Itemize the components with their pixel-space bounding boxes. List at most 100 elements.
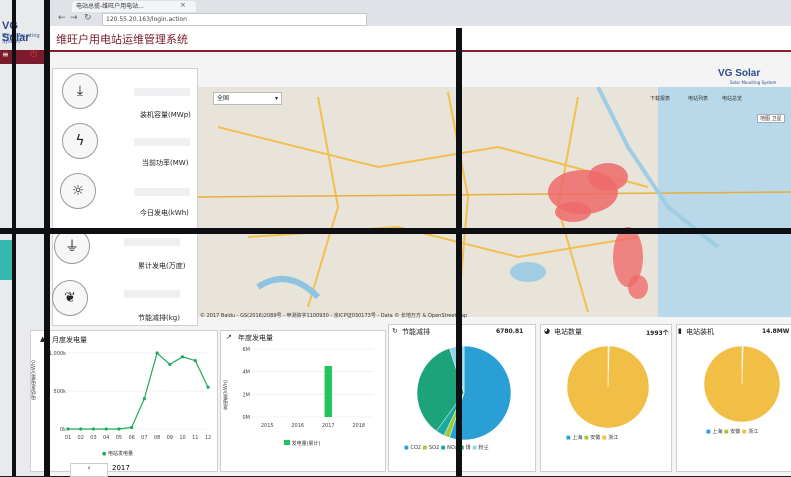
monthly-title: 月度发电量 (52, 336, 87, 344)
metric-value-total (124, 238, 180, 246)
station-capacity-title: 电站装机 (686, 328, 714, 336)
map-copyright: © 2017 Baidu - GS(2016)2089号 - 甲测资字11009… (200, 313, 468, 319)
x-tick-label: 10 (179, 435, 185, 441)
legend-anhui: 安徽 (590, 435, 601, 441)
left-menu-icon[interactable]: ≡ (2, 50, 9, 59)
data-point (193, 359, 197, 363)
region-select-value: 全国 (217, 95, 230, 102)
app-title: 维旺户用电站运维管理系统 (56, 33, 188, 46)
address-bar[interactable]: 120.55.20.163/login.action (102, 13, 367, 26)
x-tick-label: 2015 (261, 423, 274, 429)
metric-value-power (134, 138, 190, 146)
vg-solar-logo: VG Solar (718, 68, 761, 79)
monthly-legend-label: 电站发电量 (107, 451, 133, 457)
bar (324, 366, 332, 417)
vg-solar-logo-sub: Solar Mounting System (730, 80, 777, 85)
bar-chart-icon: ▮ (678, 327, 682, 335)
back-icon[interactable]: ← (58, 13, 66, 23)
x-tick-label: 05 (116, 435, 122, 441)
refresh-icon: ↻ (392, 327, 398, 335)
y-tick-label: 6M (243, 347, 251, 353)
toolbar-station-list[interactable]: 电站列表 (688, 95, 708, 102)
metric-value-capacity (134, 88, 190, 96)
data-point (66, 427, 70, 431)
station-capacity-pie-chart (703, 345, 781, 423)
toolbar-download-report[interactable]: 下载报表 (650, 95, 670, 102)
y-tick-label: 0k (60, 427, 66, 433)
x-tick-label: 03 (90, 435, 96, 441)
year-label: 2017 (112, 464, 130, 472)
map-type-map[interactable]: 地图 (760, 116, 770, 122)
metric-label-total: 累计发电(万度) (138, 262, 186, 270)
reload-icon[interactable]: ↻ (84, 13, 92, 23)
yearly-title: 年度发电量 (238, 334, 273, 342)
metric-label-saving: 节能减排(kg) (138, 314, 180, 322)
metric-label-power: 当前功率(MW) (142, 159, 189, 167)
data-point (104, 427, 108, 431)
x-tick-label: 01 (65, 435, 71, 441)
legend-cap-zhejiang: 浙江 (748, 429, 759, 435)
x-tick-label: 08 (154, 435, 160, 441)
wall-bezel-horizontal (0, 228, 791, 234)
x-tick-label: 06 (128, 435, 134, 441)
x-tick-label: 2016 (291, 423, 304, 429)
legend-so2: SO2 (428, 445, 440, 451)
map-type-satellite[interactable]: 卫星 (772, 116, 782, 122)
energy-value: 6780.81 (496, 328, 524, 335)
legend-coal: 煤 (465, 445, 471, 451)
download-icon: ⤓ (62, 73, 98, 109)
yearly-legend: 发电量(累计) (284, 440, 321, 447)
legend-zhejiang: 浙江 (608, 435, 619, 441)
chevron-down-icon: ▾ (274, 95, 278, 102)
monthly-line-chart: 0k 500k 1,000k 01 02 03 04 05 06 07 08 09 10 11 12 (49, 351, 211, 441)
sun-icon: ☼ (60, 173, 96, 209)
data-point (155, 351, 159, 355)
legend-co2: CO2 (410, 445, 421, 451)
yearly-bar-chart: 0M 2M 4M 6M 2015 2016 2017 2018 (243, 347, 374, 429)
y-tick-label: 4M (243, 370, 251, 376)
left-teal-block (0, 240, 12, 280)
monthly-ylabel: 电站发电量(kWh) (31, 360, 37, 400)
map-view[interactable] (198, 87, 791, 317)
forward-icon[interactable]: → (70, 13, 78, 23)
station-count-title: 电站数量 (554, 328, 582, 336)
data-point (168, 362, 172, 366)
close-tab-icon[interactable]: × (180, 1, 186, 9)
browser-tab[interactable]: 电站总揽-维旺户用电站... (72, 1, 196, 12)
pie-slice (703, 345, 781, 423)
metric-label-today: 今日发电(kWh) (140, 209, 189, 217)
station-capacity-legend: ■ 上海 ■ 安徽 ■ 浙江 (706, 429, 759, 435)
region-select[interactable]: 全国 ▾ (213, 92, 282, 105)
year-prev-button[interactable]: ‹ (70, 463, 108, 477)
wall-bezel-middle (456, 28, 462, 476)
energy-pie-chart (416, 345, 512, 441)
data-point (117, 427, 121, 431)
metric-label-capacity: 装机容量(MWp) (140, 111, 191, 119)
x-tick-label: 09 (167, 435, 173, 441)
y-tick-label: 0M (243, 415, 251, 421)
y-tick-label: 500k (54, 389, 67, 395)
energy-title: 节能减排 (402, 328, 430, 336)
y-tick-label: 2M (243, 392, 251, 398)
legend-cap-shanghai: 上海 (712, 429, 723, 435)
map-type-toggle[interactable]: 地图 卫星 (757, 114, 785, 123)
data-point (79, 427, 83, 431)
station-count-pie-chart (566, 345, 650, 429)
data-point (91, 427, 96, 431)
left-power-icon[interactable]: ⏻ (30, 50, 37, 60)
legend-dot-icon: ● (102, 451, 107, 457)
lightning-icon: ϟ (62, 123, 98, 159)
wall-bezel-left (44, 0, 50, 476)
data-point (142, 397, 146, 401)
x-tick-label: 02 (78, 435, 84, 441)
metric-value-today (134, 188, 190, 196)
legend-dust: 粉尘 (478, 445, 489, 451)
yearly-ylabel: 发电量(kWh) (223, 380, 229, 410)
monthly-legend: ● 电站发电量 (102, 450, 133, 457)
x-tick-label: 07 (141, 435, 147, 441)
toolbar-station-overview[interactable]: 电站总览 (722, 95, 742, 102)
data-point (206, 385, 210, 389)
wall-bezel-far-left (12, 0, 16, 476)
station-count-value: 1993个 (646, 330, 669, 337)
x-tick-label: 12 (205, 435, 211, 441)
